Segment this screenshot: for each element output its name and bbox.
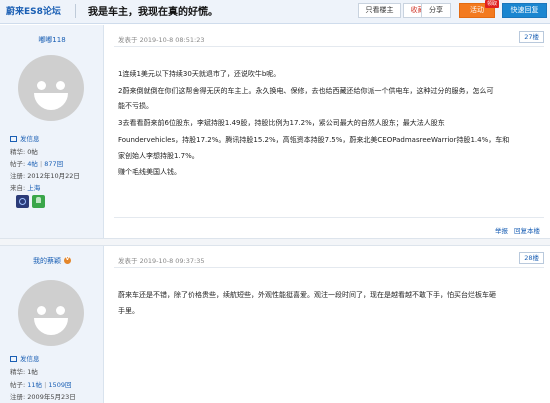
stat-essence: 精华: 1帖 <box>10 368 38 376</box>
post-28: 我的蔡颖 发信息 精华: 1帖 帖子: 11帖 | 1509回 注册: 2009… <box>0 246 550 403</box>
owner-badge-icon[interactable] <box>16 195 29 208</box>
avatar[interactable] <box>18 55 84 121</box>
post-content: 发表于 2019-10-8 08:51:23 27楼 1连续1美元以下持续30天… <box>104 25 550 238</box>
post-time: 发表于 2019-10-8 08:51:23 <box>118 36 205 44</box>
author-name[interactable]: 嘟嘟118 <box>0 35 104 45</box>
owner-only-button[interactable]: 只看楼主 <box>358 3 401 18</box>
floor-number[interactable]: 27楼 <box>519 31 544 43</box>
report-link[interactable]: 举报 <box>495 227 508 235</box>
envelope-icon <box>10 356 17 362</box>
stat-registered: 注册: 2009年5月23日 <box>10 393 76 401</box>
post-actions: 举报 回复本楼 <box>489 225 540 235</box>
post-text-line: 3去看看蔚来前6位股东，李斌持股1.49股，持股比例为17.2%，紧公司最大的自… <box>118 119 445 127</box>
envelope-icon <box>10 136 17 142</box>
post-text-line: 蔚来车还是不错，除了价格贵些，续航短些，外观性能挺喜爱。观注一段时间了，现在是越… <box>118 291 496 299</box>
post-text-line: 能不亏损。 <box>118 102 153 110</box>
author-sidebar: 嘟嘟118 发信息 精华: 0帖 帖子: 4帖 | 877回 注册: 2012年… <box>0 25 104 238</box>
stat-location: 来自: 上海 <box>10 184 41 192</box>
vip-icon <box>64 256 71 264</box>
activity-tag-badge: 领取 <box>485 0 499 8</box>
avatar[interactable] <box>18 280 84 346</box>
thread-title: 我是车主，我现在真的好慌。 <box>88 7 218 18</box>
post-text-line: Foundervehicles，持股17.2%。腾讯持股15.2%，高瓴资本持股… <box>118 136 510 144</box>
post-time: 发表于 2019-10-8 09:37:35 <box>118 257 205 265</box>
post-text-line: 家创始人李想持股1.7%。 <box>118 152 199 160</box>
send-message-link[interactable]: 发信息 <box>10 353 40 363</box>
divider <box>114 217 544 218</box>
quick-reply-button[interactable]: 快速回复 <box>502 3 547 18</box>
send-message-link[interactable]: 发信息 <box>10 133 40 143</box>
post-text-line: 手里。 <box>118 307 139 315</box>
post-text-line: 赚个毛线美国人钱。 <box>118 168 181 176</box>
member-badge-icon[interactable] <box>32 195 45 208</box>
stat-posts: 帖子: 4帖 | 877回 <box>10 160 64 168</box>
divider <box>114 267 544 268</box>
post-separator <box>0 238 550 246</box>
post-27: 嘟嘟118 发信息 精华: 0帖 帖子: 4帖 | 877回 注册: 2012年… <box>0 25 550 238</box>
reply-floor-link[interactable]: 回复本楼 <box>514 227 540 235</box>
stat-registered: 注册: 2012年10月22日 <box>10 172 80 180</box>
author-name[interactable]: 我的蔡颖 <box>0 256 104 266</box>
share-button[interactable]: 分享 <box>421 3 451 18</box>
post-text-line: 1连续1美元以下持续30天就退市了，还说吹牛b呢。 <box>118 70 281 78</box>
header-divider <box>75 4 76 18</box>
post-content: 发表于 2019-10-8 09:37:35 28楼 蔚来车还是不错，除了价格贵… <box>104 246 550 403</box>
author-sidebar: 我的蔡颖 发信息 精华: 1帖 帖子: 11帖 | 1509回 注册: 2009… <box>0 246 104 403</box>
post-text-line: 2蔚来倒就倒在你们这帮舍得无厌的车主上。永久换电、保修，去也给西藏还给你派一个供… <box>118 87 494 95</box>
divider <box>114 46 544 47</box>
floor-number[interactable]: 28楼 <box>519 252 544 264</box>
forum-name-link[interactable]: 蔚来ES8论坛 <box>6 4 61 17</box>
stat-posts: 帖子: 11帖 | 1509回 <box>10 381 72 389</box>
thread-header: 蔚来ES8论坛 我是车主，我现在真的好慌。 只看楼主 收藏 分享 活动 领取 快… <box>0 0 550 24</box>
stat-essence: 精华: 0帖 <box>10 148 38 156</box>
